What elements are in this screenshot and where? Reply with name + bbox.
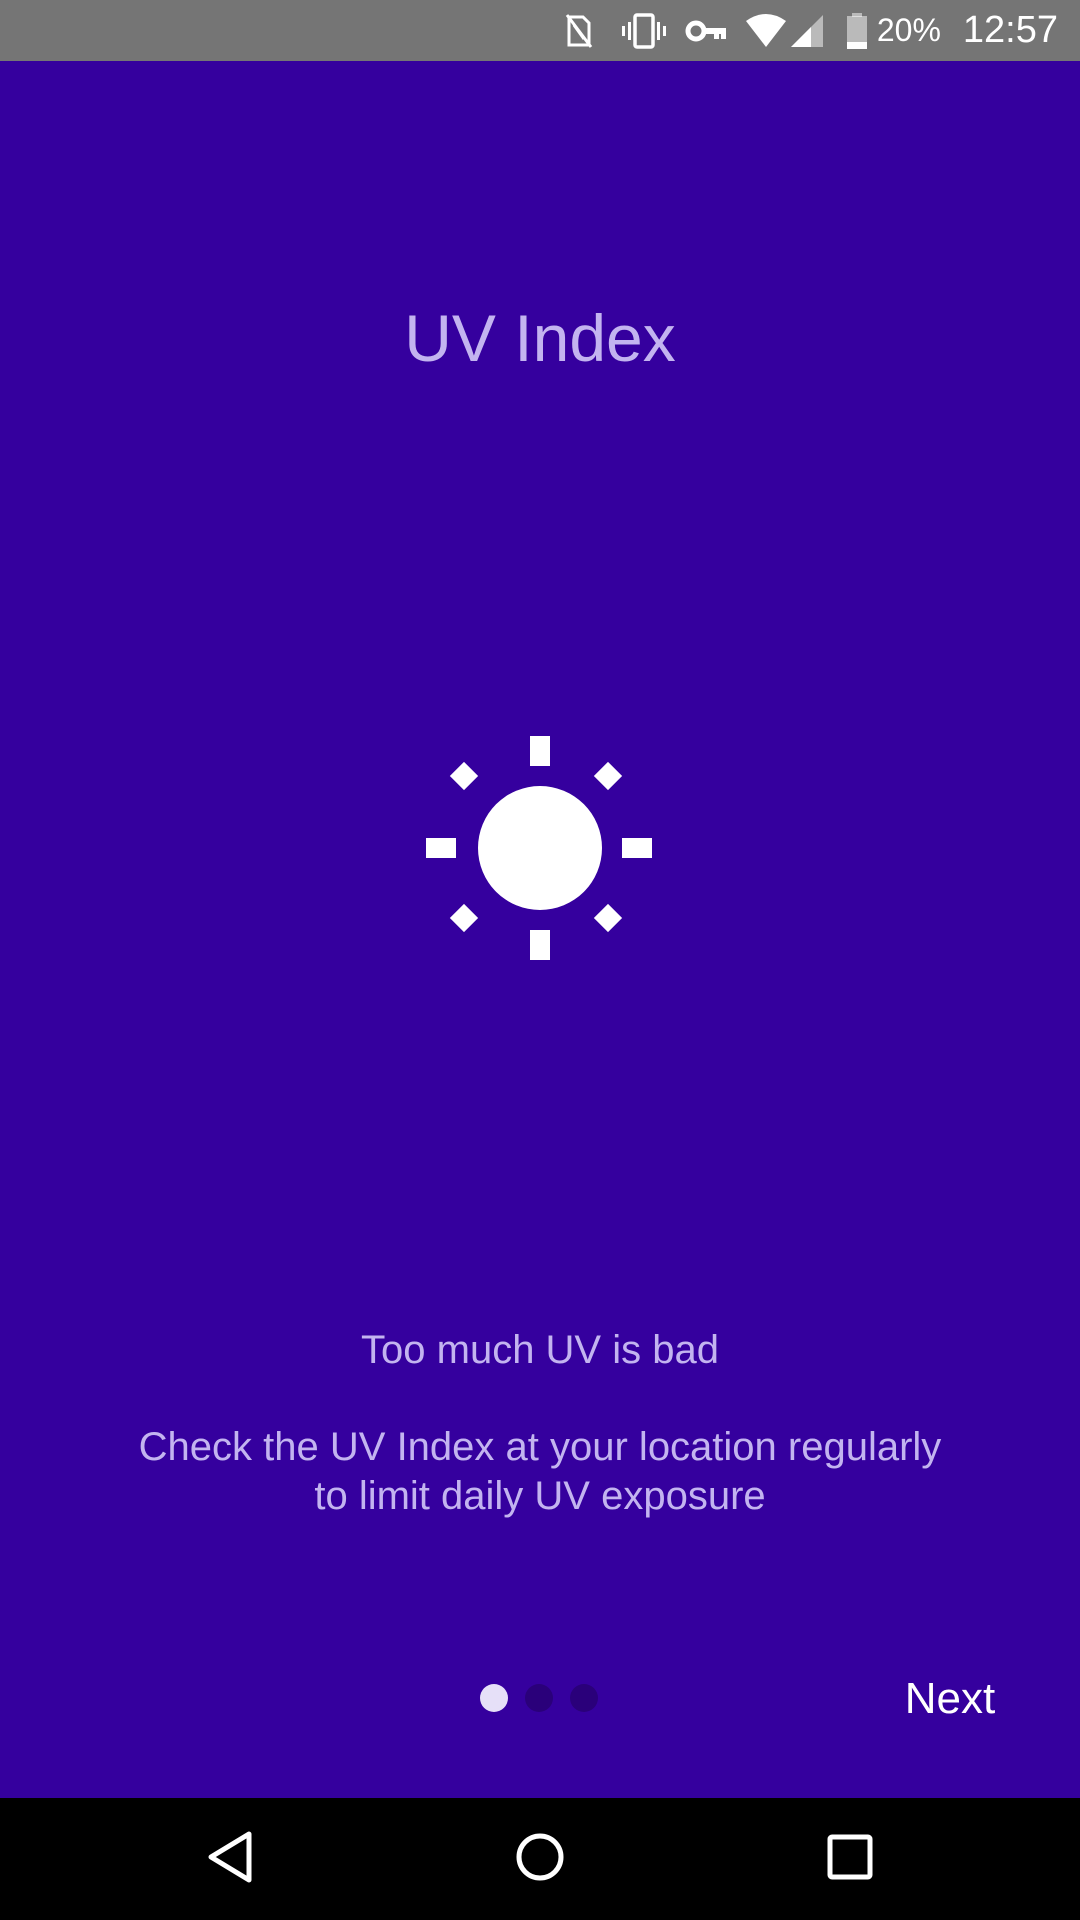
status-icons: 20% 12:57 (563, 0, 1058, 61)
navigation-bar (0, 1798, 1080, 1920)
home-button[interactable] (480, 1798, 600, 1920)
page-dot-2[interactable] (525, 1684, 553, 1712)
battery-percent: 20% (876, 12, 941, 48)
status-bar: 20% 12:57 (0, 0, 1080, 61)
battery-icon (845, 0, 869, 61)
page-dot-3[interactable] (570, 1684, 598, 1712)
page-dot-1[interactable] (480, 1684, 508, 1712)
vibrate-icon (621, 0, 667, 61)
page-indicator (480, 1684, 598, 1714)
recents-button[interactable] (790, 1798, 910, 1920)
sun-icon (426, 736, 654, 964)
description-line-1: Check the UV Index at your location regu… (138, 1425, 942, 1469)
back-icon (205, 1830, 255, 1889)
back-button[interactable] (170, 1798, 290, 1920)
vpn-key-icon (685, 0, 727, 61)
onboarding-description: Check the UV Index at your location regu… (100, 1423, 980, 1521)
page-title: UV Index (404, 301, 676, 375)
wifi-icon (745, 0, 787, 61)
status-clock: 12:57 (962, 9, 1058, 51)
home-icon (514, 1831, 566, 1888)
signal-icon (789, 0, 825, 61)
description-line-2: to limit daily UV exposure (314, 1474, 766, 1518)
onboarding-heading: Too much UV is bad (361, 1328, 719, 1372)
next-button[interactable]: Next (880, 1664, 1020, 1734)
nfc-icon (563, 0, 595, 61)
onboarding-screen: 20% 12:57 UV Index Too much UV is bad Ch… (0, 0, 1080, 1920)
recents-icon (826, 1833, 874, 1886)
